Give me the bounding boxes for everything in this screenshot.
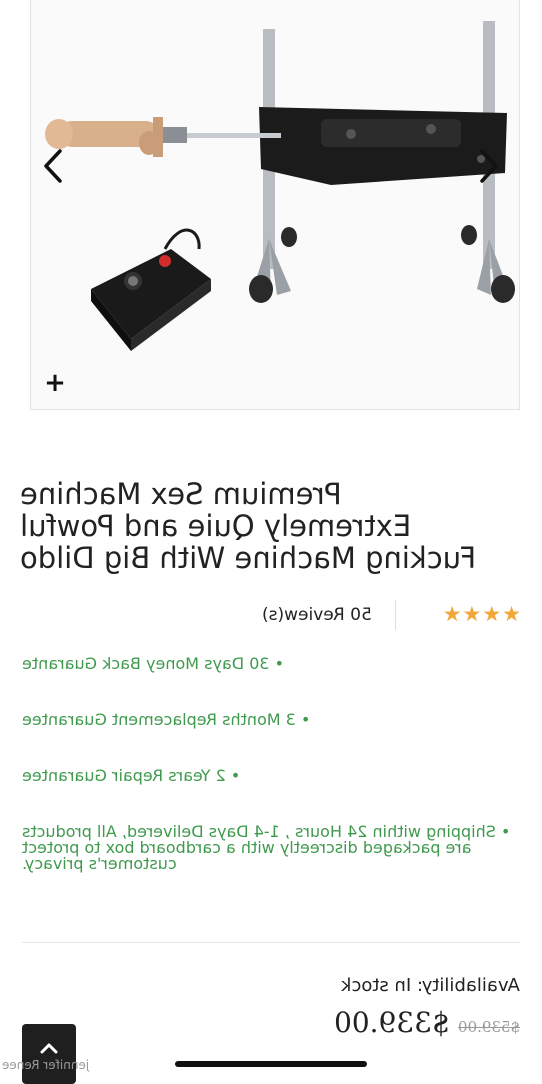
feature-item: • Shipping within 24 Hours , 1-4 Days De… bbox=[22, 822, 511, 873]
product-image-gallery[interactable]: + bbox=[30, 0, 520, 410]
product-title: Premium Sex Machine Extremely Quie and P… bbox=[20, 477, 520, 575]
chevron-left-icon bbox=[44, 149, 62, 183]
machine-illustration bbox=[159, 21, 515, 303]
next-image-button[interactable] bbox=[479, 149, 507, 193]
feature-item: • 30 Days Money Back Guarante bbox=[22, 654, 285, 673]
chevron-up-icon bbox=[40, 1043, 58, 1054]
feature-item: • 3 Months Replacement Guarantee bbox=[22, 710, 311, 729]
rating-row: ★★★★ 50 Review(s) bbox=[0, 598, 542, 632]
original-price: $539.00 bbox=[457, 1018, 520, 1036]
title-line-2: Extremely Quie and Powful bbox=[20, 509, 412, 543]
current-price: $339.00 bbox=[334, 1006, 450, 1039]
availability-value: In stock bbox=[341, 975, 412, 996]
price-row: $339.00 $539.00 bbox=[334, 1006, 520, 1039]
section-divider bbox=[22, 942, 520, 943]
home-indicator[interactable] bbox=[175, 1061, 367, 1067]
availability-label: Availability: bbox=[417, 975, 520, 996]
controller-illustration bbox=[91, 228, 211, 351]
reviews-link[interactable]: 50 Review(s) bbox=[262, 605, 372, 625]
feature-list: • 30 Days Money Back Guarante • 3 Months… bbox=[22, 650, 520, 873]
title-line-1: Premium Sex Machine bbox=[20, 477, 342, 511]
back-to-top-button[interactable] bbox=[22, 1024, 76, 1084]
chevron-right-icon bbox=[480, 149, 498, 183]
rating-divider bbox=[395, 600, 396, 630]
plus-icon: + bbox=[44, 368, 66, 398]
feature-item: • 2 Years Repair Guarantee bbox=[22, 766, 241, 785]
availability: Availability: In stock bbox=[341, 975, 520, 996]
watermark: jennifer Renee bbox=[2, 1058, 90, 1072]
product-image bbox=[45, 21, 515, 351]
star-rating-icon: ★★★★ bbox=[442, 602, 522, 626]
prev-image-button[interactable] bbox=[43, 149, 71, 193]
zoom-button[interactable]: + bbox=[43, 368, 67, 398]
title-line-3: Fucking Machine With Big Dildo bbox=[20, 541, 477, 575]
